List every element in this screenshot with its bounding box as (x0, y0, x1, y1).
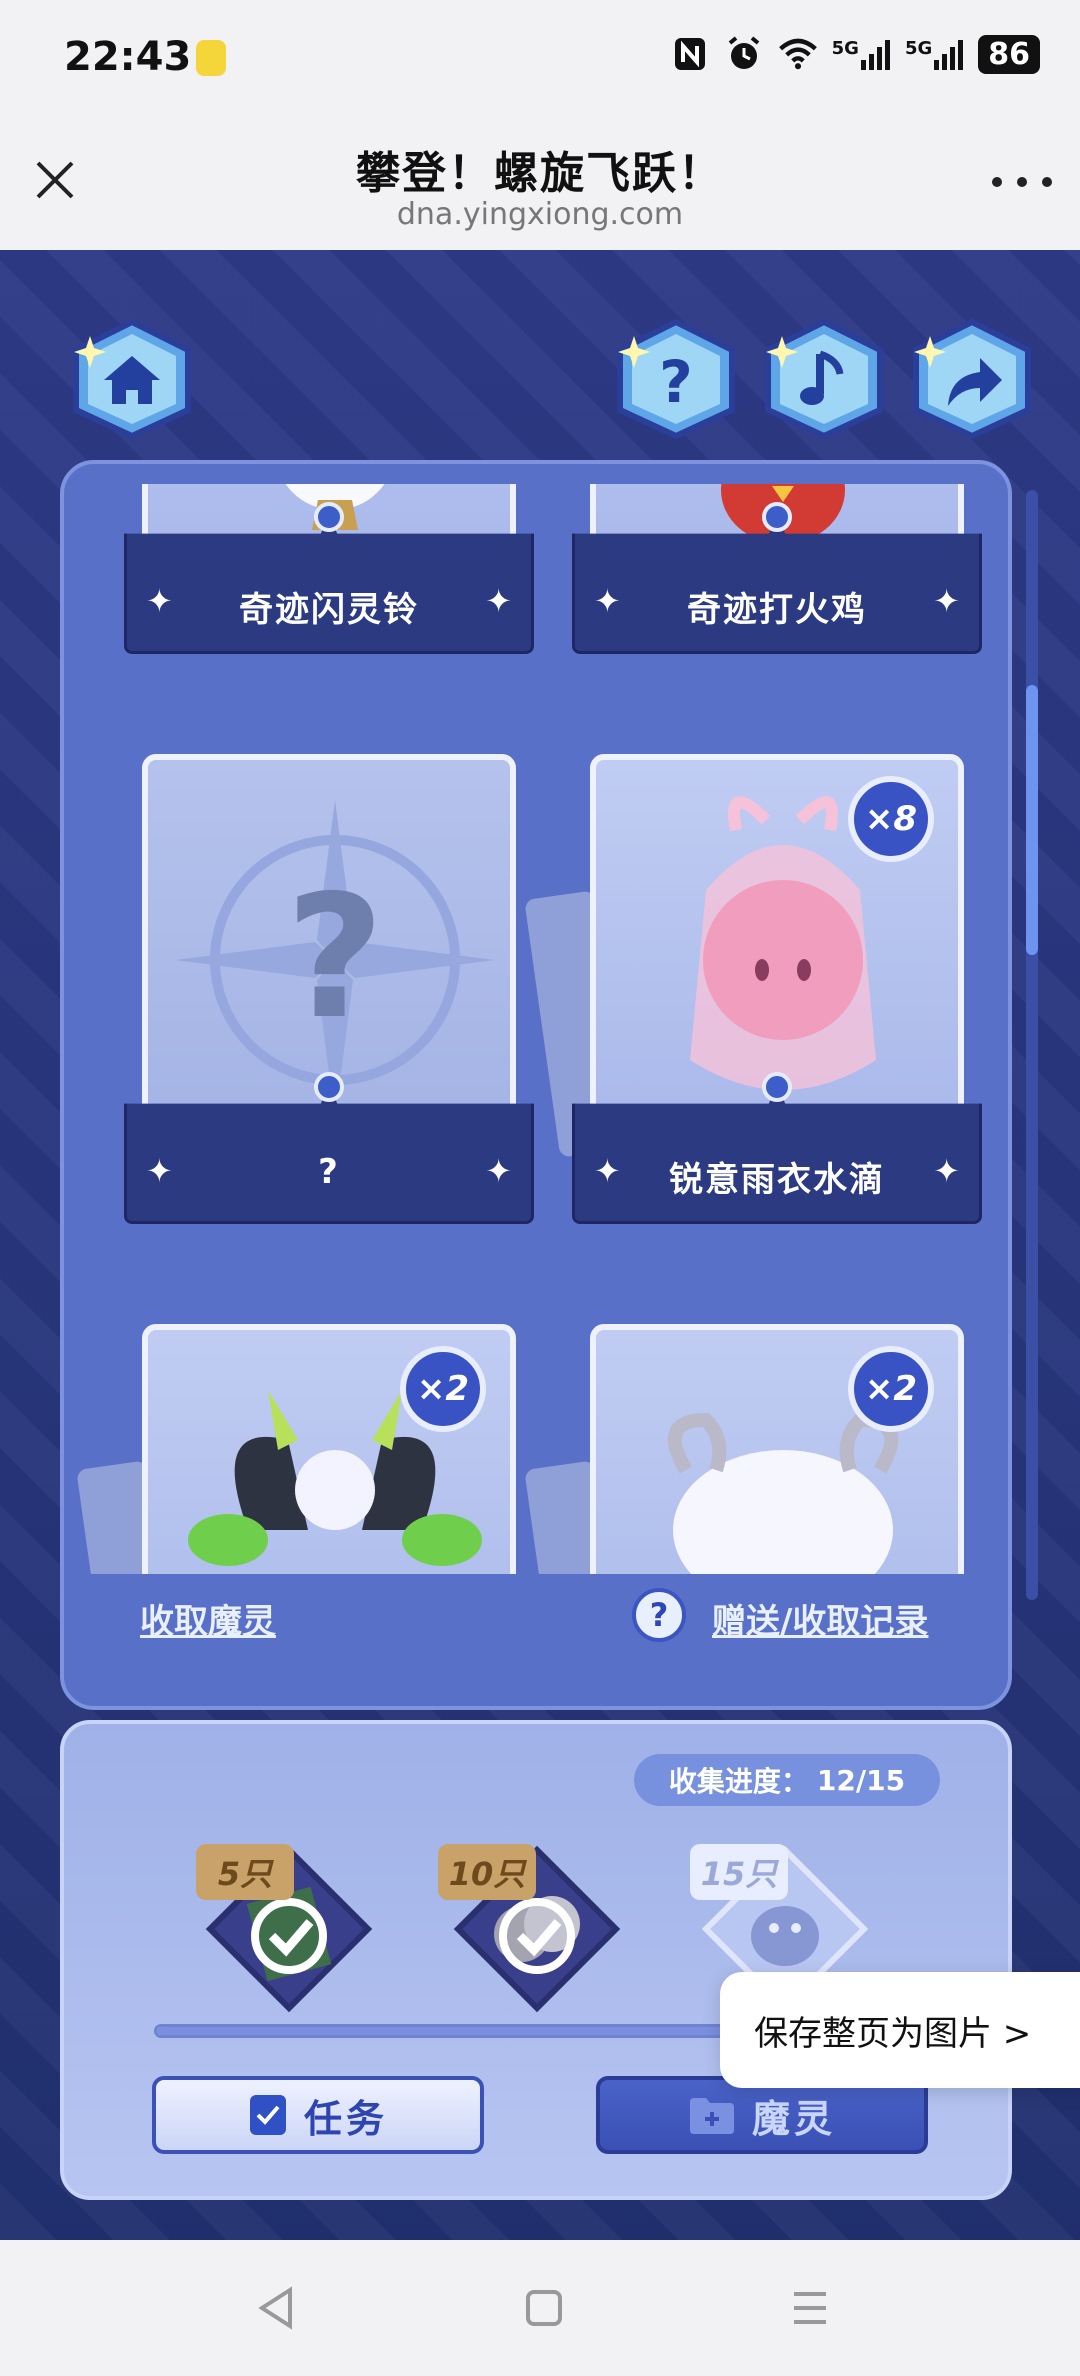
task-checklist-icon (249, 2095, 286, 2135)
card-grid[interactable]: ✦ 奇迹闪灵铃 ✦ ✦ 奇迹打火鸡 ✦ ? ✦ ? ✦ ×8 ✦ 锐意雨衣水滴 … (64, 484, 1008, 1574)
spirit-card-green-ears[interactable]: ×2 (76, 1324, 534, 1574)
sparkle-icon: ✦ (933, 1152, 960, 1190)
battery-icon: 86 (978, 34, 1040, 74)
gift-record-link[interactable]: 赠送/收取记录 (712, 1594, 928, 1643)
record-help-icon[interactable]: ? (632, 1588, 686, 1642)
card-pin-icon (762, 1072, 792, 1102)
progress-fill (157, 2027, 777, 2035)
wifi-icon (778, 34, 818, 74)
music-note-icon (765, 318, 883, 440)
spirit-card-bell[interactable]: ✦ 奇迹闪灵铃 ✦ (124, 484, 534, 704)
progress-pill: 收集进度： 12/15 (634, 1754, 940, 1806)
notification-app-icon (196, 40, 226, 76)
more-options-button[interactable] (992, 170, 1052, 194)
more-dot-icon (992, 177, 1002, 187)
progress-value: 12/15 (816, 1763, 906, 1797)
sparkle-icon: ✦ (485, 582, 512, 620)
svg-text:?: ? (286, 859, 385, 1057)
question-icon: ? (617, 318, 735, 440)
menu-lines-icon (794, 2292, 826, 2324)
collection-panel: ✦ 奇迹闪灵铃 ✦ ✦ 奇迹打火鸡 ✦ ? ✦ ? ✦ ×8 ✦ 锐意雨衣水滴 … (60, 460, 1012, 1710)
home-icon (73, 318, 191, 440)
milestone-tag: 10只 (438, 1844, 536, 1900)
status-icons: 5G 5G 86 (670, 34, 1040, 74)
page-domain: dna.yingxiong.com (396, 197, 684, 232)
more-dot-icon (1017, 177, 1027, 187)
status-bar: 22:43 5G 5G 86 (0, 0, 1080, 115)
progress-label: 收集进度： (668, 1765, 809, 1798)
card-art-green-ears: ×2 (142, 1324, 516, 1574)
more-dot-icon (1042, 177, 1052, 187)
count-badge: ×8 (848, 776, 934, 862)
card-art-white-ram: ×2 (590, 1324, 964, 1574)
card-name: ? (318, 1152, 340, 1192)
scrollbar-thumb[interactable] (1026, 685, 1038, 955)
card-name: 锐意雨衣水滴 (669, 1160, 885, 1200)
task-button-label: 任务 (303, 2096, 388, 2141)
signal-2-icon: 5G (905, 38, 964, 70)
milestone-10[interactable]: 10只 (438, 1844, 622, 2014)
game-area: ? ✦ 奇迹闪灵铃 ✦ ✦ 奇迹打火鸡 ✦ ? ✦ ? ✦ ×8 ✦ 锐意雨衣水… (0, 250, 1080, 2240)
signal-1-icon: 5G (832, 38, 891, 70)
sparkle-icon: ✦ (485, 1152, 512, 1190)
music-button[interactable] (760, 318, 888, 440)
card-pin-icon (314, 502, 344, 532)
back-triangle-icon (258, 2286, 292, 2330)
spirit-card-unknown[interactable]: ? ✦ ? ✦ (124, 754, 534, 1274)
recents-button[interactable] (780, 2280, 840, 2336)
card-name: 奇迹闪灵铃 (239, 590, 419, 630)
share-button[interactable] (908, 318, 1036, 440)
milestone-tag: 5只 (196, 1844, 294, 1900)
card-pin-icon (314, 1072, 344, 1102)
status-time: 22:43 (64, 34, 192, 80)
save-as-image-button[interactable]: 保存整页为图片 > (720, 1972, 1080, 2088)
browser-header: 攀登！螺旋飞跃！ dna.yingxiong.com (0, 115, 1080, 250)
milestone-tag: 15只 (690, 1844, 788, 1900)
count-badge: ×2 (400, 1346, 486, 1432)
count-badge: ×2 (848, 1346, 934, 1432)
spirit-card-raincoat-drop[interactable]: ×8 ✦ 锐意雨衣水滴 ✦ (524, 754, 982, 1274)
card-pin-icon (762, 502, 792, 532)
scrollbar-track[interactable] (1026, 490, 1038, 1600)
collection-progress-panel: 收集进度： 12/15 5只 10只 15只 任务 魔灵 (60, 1720, 1012, 2200)
back-button[interactable] (246, 2280, 306, 2336)
alarm-icon (724, 34, 764, 74)
page-title: 攀登！螺旋飞跃！ (356, 148, 724, 199)
panel-footer: 收取魔灵 ? 赠送/收取记录 (64, 1574, 1008, 1706)
collect-spirits-link[interactable]: 收取魔灵 (140, 1594, 276, 1643)
spirit-card-white-ram[interactable]: ×2 (524, 1324, 982, 1574)
help-button[interactable]: ? (612, 318, 740, 440)
spirit-card-fire-chicken[interactable]: ✦ 奇迹打火鸡 ✦ (572, 484, 982, 704)
card-name: 奇迹打火鸡 (687, 590, 867, 630)
folder-add-icon (689, 2098, 734, 2134)
spirit-button-label: 魔灵 (751, 2096, 836, 2141)
system-nav-bar (0, 2240, 1080, 2376)
home-nav-button[interactable] (514, 2280, 574, 2336)
svg-text:?: ? (659, 348, 693, 416)
share-icon (913, 318, 1031, 440)
sparkle-icon: ✦ (933, 582, 960, 620)
task-button[interactable]: 任务 (152, 2076, 484, 2154)
nfc-icon (670, 34, 710, 74)
milestone-5[interactable]: 5只 (196, 1844, 374, 2014)
home-square-icon (526, 2290, 562, 2326)
home-button[interactable] (68, 318, 196, 440)
